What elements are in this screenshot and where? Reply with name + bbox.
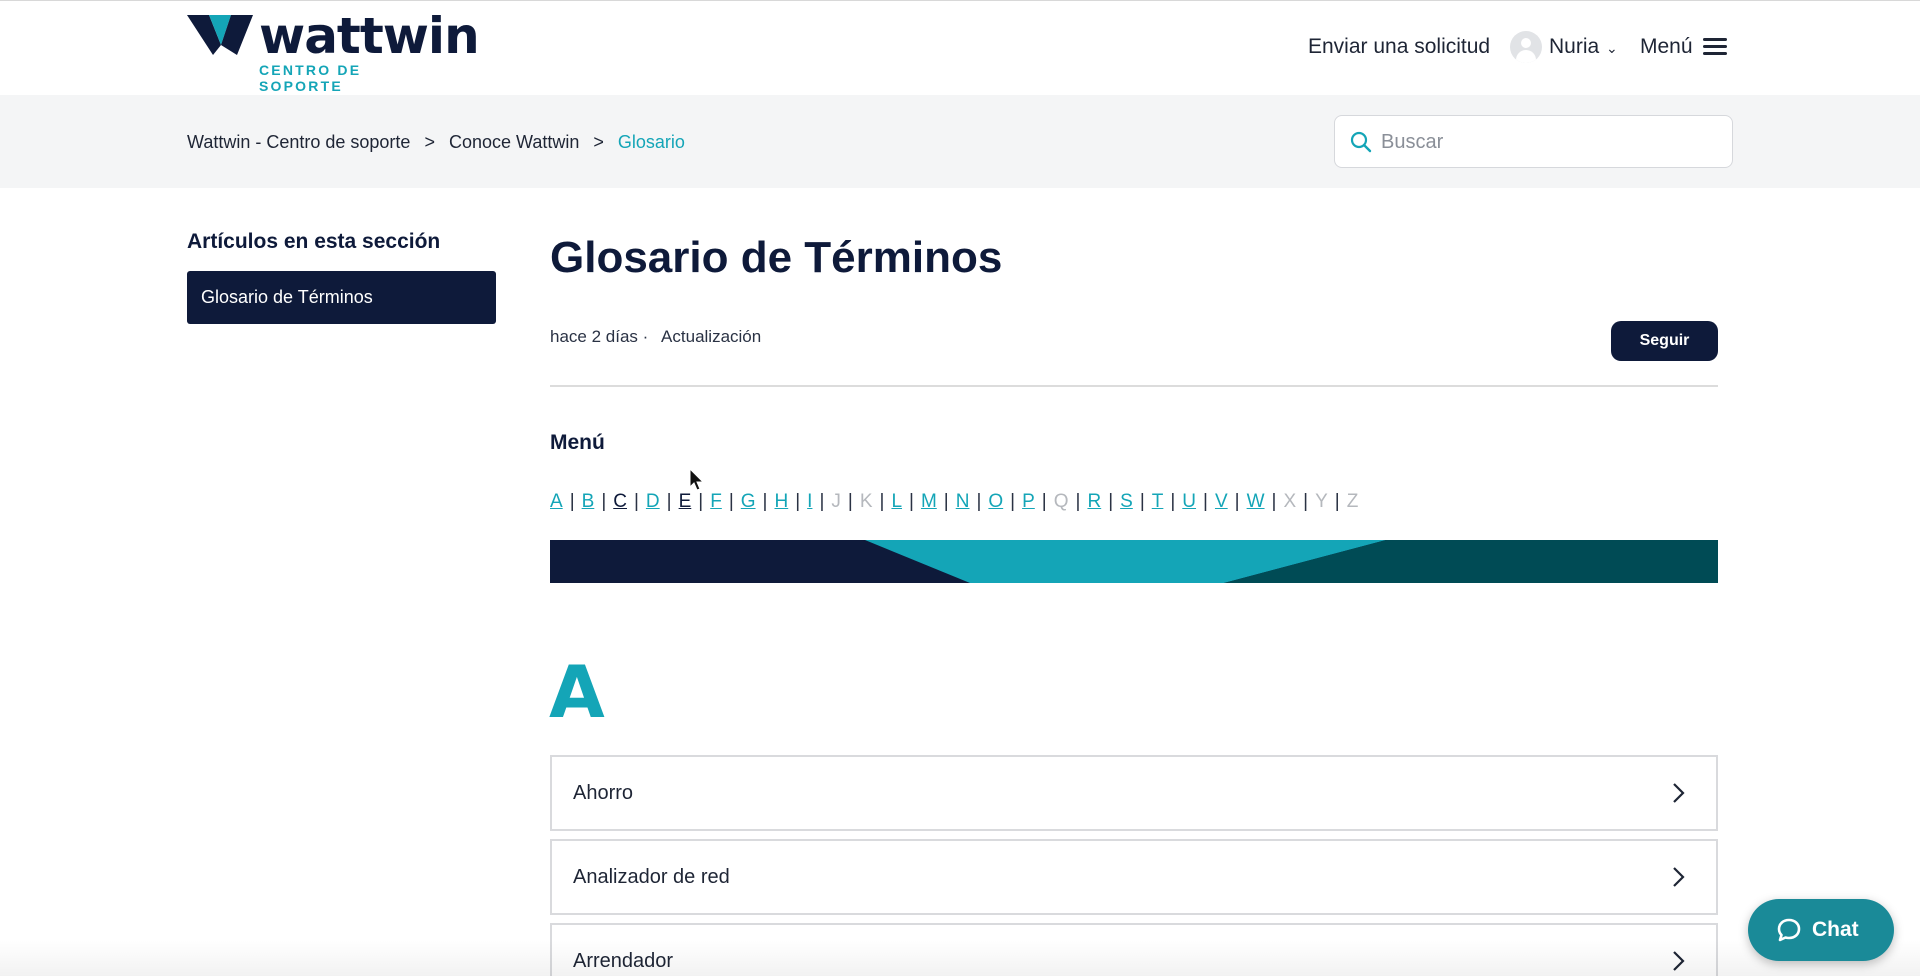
alphabet-separator: |: [1010, 491, 1016, 512]
section-letter: A: [549, 650, 605, 734]
alphabet-letter-d[interactable]: D: [646, 491, 660, 513]
alphabet-separator: |: [1139, 491, 1145, 512]
logo-mark-icon: [187, 15, 253, 55]
search-icon: [1350, 131, 1372, 153]
alphabet-separator: |: [601, 491, 607, 512]
alphabet-separator: |: [819, 491, 825, 512]
alphabet-separator: |: [943, 491, 949, 512]
search-box[interactable]: [1334, 115, 1733, 168]
term-item-ahorro[interactable]: Ahorro: [550, 755, 1718, 831]
alphabet-letter-c[interactable]: C: [613, 491, 627, 513]
alphabet-letter-x: X: [1283, 491, 1297, 512]
chevron-right-icon: [1673, 951, 1685, 971]
logo-subtitle: CENTRO DE SOPORTE: [259, 62, 362, 94]
chevron-down-icon[interactable]: ⌄: [1606, 40, 1618, 57]
alphabet-letter-y: Y: [1315, 491, 1328, 512]
alphabet-separator: |: [847, 491, 853, 512]
alphabet-letter-h[interactable]: H: [774, 491, 788, 513]
user-avatar[interactable]: [1510, 31, 1542, 63]
term-item-arrendador[interactable]: Arrendador: [550, 923, 1718, 976]
alphabet-separator: |: [1203, 491, 1208, 512]
alphabet-separator: |: [633, 491, 639, 512]
chevron-right-icon: [1673, 867, 1685, 887]
meta-separator: ·: [642, 327, 649, 346]
term-label: Ahorro: [573, 782, 634, 804]
mouse-cursor-icon: [689, 468, 705, 491]
alphabet-separator: |: [795, 491, 801, 512]
alphabet-letter-k: K: [859, 491, 873, 512]
alphabet-letter-j: J: [831, 491, 841, 512]
alphabet-letter-m[interactable]: M: [921, 491, 937, 513]
alphabet-letter-u[interactable]: U: [1182, 491, 1196, 513]
alphabet-separator: |: [1334, 491, 1340, 512]
term-item-analizador[interactable]: Analizador de red: [550, 839, 1718, 915]
alphabet-separator: |: [1170, 491, 1176, 512]
menu-label[interactable]: Menú: [1640, 35, 1693, 59]
alphabet-separator: |: [1075, 491, 1081, 512]
divider: [550, 385, 1718, 387]
alphabet-separator: |: [1041, 491, 1047, 512]
alphabet-letter-e[interactable]: E: [679, 491, 692, 513]
hamburger-icon[interactable]: [1703, 38, 1727, 56]
breadcrumb: Wattwin - Centro de soporte > Conoce Wat…: [187, 132, 685, 153]
alphabet-separator: |: [666, 491, 672, 512]
article-meta: hace 2 días · Actualización: [550, 327, 761, 347]
alphabet-letter-q: Q: [1053, 491, 1069, 512]
alphabet-separator: |: [1303, 491, 1309, 512]
alphabet-letter-p[interactable]: P: [1022, 491, 1035, 513]
alphabet-letter-l[interactable]: L: [891, 491, 902, 513]
term-label: Analizador de red: [573, 866, 730, 888]
alphabet-letter-o[interactable]: O: [988, 491, 1003, 513]
alphabet-separator: |: [569, 491, 575, 512]
alphabet-letter-v[interactable]: V: [1215, 491, 1228, 513]
alphabet-separator: |: [1234, 491, 1240, 512]
alphabet-letter-a[interactable]: A: [550, 491, 563, 513]
alphabet-letter-z: Z: [1346, 491, 1359, 512]
sidebar-title: Artículos en esta sección: [187, 230, 441, 253]
breadcrumb-separator: >: [424, 132, 435, 152]
alphabet-separator: |: [698, 491, 704, 512]
alphabet-letter-b[interactable]: B: [582, 491, 595, 513]
alphabet-letter-n[interactable]: N: [956, 491, 970, 513]
breadcrumb-item-section[interactable]: Conoce Wattwin: [449, 132, 579, 153]
menu-heading: Menú: [550, 431, 605, 454]
alphabet-letter-w[interactable]: W: [1247, 491, 1265, 513]
alphabet-letter-f[interactable]: F: [710, 491, 722, 513]
breadcrumb-band: Wattwin - Centro de soporte > Conoce Wat…: [0, 95, 1920, 188]
decorative-banner: [550, 540, 1718, 583]
alphabet-letter-t[interactable]: T: [1152, 491, 1164, 513]
chevron-right-icon: [1673, 783, 1685, 803]
wattwin-logo[interactable]: wattwin CENTRO DE SOPORTE: [187, 7, 480, 94]
alphabet-letter-s[interactable]: S: [1120, 491, 1133, 513]
chat-label: Chat: [1812, 918, 1859, 941]
alphabet-separator: |: [976, 491, 982, 512]
alphabet-separator: |: [909, 491, 914, 512]
breadcrumb-item-current[interactable]: Glosario: [618, 132, 685, 153]
alphabet-separator: |: [879, 491, 885, 512]
alphabet-letter-g[interactable]: G: [741, 491, 756, 513]
user-name[interactable]: Nuria: [1549, 35, 1599, 59]
update-label: Actualización: [661, 327, 762, 346]
alphabet-index: A | B | C | D | E | F | G | H | I | J | K | L | M | N | O | P | Q | R | S | T |…: [550, 491, 1358, 513]
logo-wordmark: wattwin: [259, 7, 480, 65]
alphabet-separator: |: [1108, 491, 1114, 512]
sidebar-item-glosario[interactable]: Glosario de Términos: [187, 271, 496, 324]
breadcrumb-item-home[interactable]: Wattwin - Centro de soporte: [187, 132, 410, 153]
site-header: wattwin CENTRO DE SOPORTE Enviar una sol…: [0, 0, 1920, 95]
breadcrumb-separator: >: [593, 132, 604, 152]
article-age: hace 2 días: [550, 327, 638, 346]
article-title: Glosario de Términos: [550, 233, 1003, 282]
chat-button[interactable]: Chat: [1748, 899, 1894, 961]
alphabet-separator: |: [762, 491, 768, 512]
follow-button[interactable]: Seguir: [1611, 321, 1718, 361]
term-label: Arrendador: [573, 950, 674, 972]
alphabet-letter-i[interactable]: I: [807, 491, 812, 513]
alphabet-separator: |: [1271, 491, 1277, 512]
alphabet-separator: |: [728, 491, 734, 512]
submit-request-link[interactable]: Enviar una solicitud: [1308, 35, 1490, 59]
search-input[interactable]: [1381, 124, 1711, 160]
chat-bubble-icon: [1777, 918, 1801, 942]
alphabet-letter-r[interactable]: R: [1087, 491, 1101, 513]
